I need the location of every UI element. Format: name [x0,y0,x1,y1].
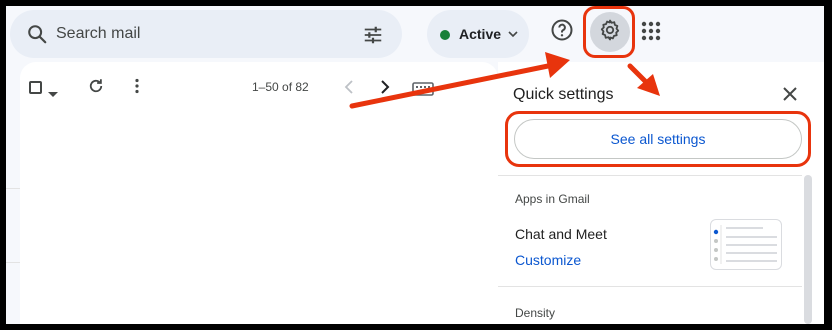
mail-toolbar: 1–50 of 82 [20,62,498,114]
help-icon[interactable] [550,18,574,42]
left-rail [6,62,20,324]
divider [498,175,802,176]
chevron-left-icon[interactable] [342,78,356,101]
search-input[interactable]: Search mail [56,25,140,43]
apps-in-gmail-heading: Apps in Gmail [515,192,590,206]
keyboard-icon[interactable] [412,82,434,101]
rail-divider [6,188,20,189]
gmail-app: Search mail Active 1–50 of 82 Quick sett… [6,6,824,324]
customize-link[interactable]: Customize [515,252,581,268]
select-all-checkbox[interactable] [29,81,42,94]
search-icon[interactable] [26,23,48,50]
tune-icon[interactable] [362,24,384,51]
annotation-highlight-settings [583,6,635,58]
chevron-right-icon[interactable] [378,78,392,101]
select-dropdown-icon[interactable] [48,85,58,103]
close-icon[interactable] [782,86,798,107]
rail-divider [6,262,20,263]
screenshot-frame: Search mail Active 1–50 of 82 Quick sett… [0,0,832,330]
quick-settings-title: Quick settings [513,86,614,103]
chat-meet-preview-image [710,219,782,270]
chat-and-meet-label: Chat and Meet [515,226,607,242]
apps-grid-icon[interactable] [640,20,662,42]
quick-settings-panel: Quick settings See all settings Apps in … [498,62,824,324]
search-bar[interactable]: Search mail [10,10,402,58]
chevron-down-icon [507,27,519,45]
refresh-icon[interactable] [87,77,105,100]
status-dot [440,30,450,40]
status-label: Active [459,26,502,42]
density-heading: Density [515,306,556,320]
more-vert-icon[interactable] [128,77,146,100]
mail-list-panel: 1–50 of 82 [20,62,498,324]
status-selector[interactable]: Active [427,10,529,58]
pagination-count: 1–50 of 82 [252,80,309,94]
annotation-highlight-see-all [505,111,811,167]
scrollbar[interactable] [804,175,812,324]
divider [498,286,802,287]
